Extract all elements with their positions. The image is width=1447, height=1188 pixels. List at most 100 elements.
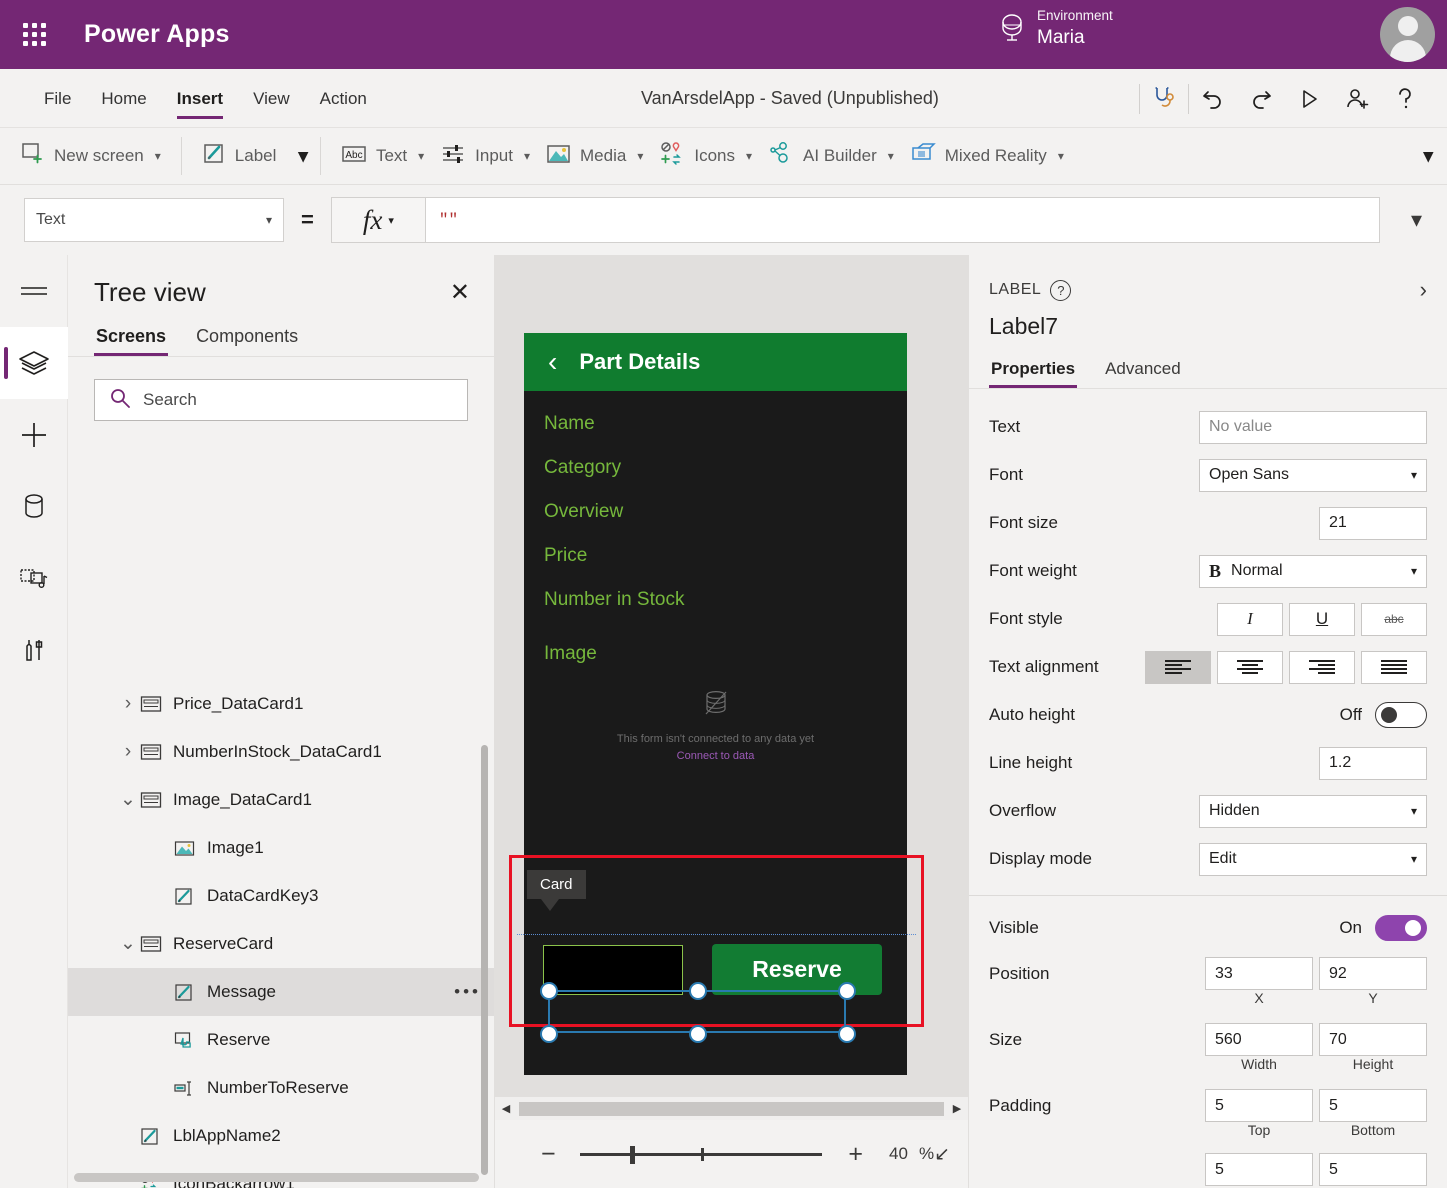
resize-handle-top-right[interactable] — [838, 982, 856, 1000]
tree-node-image1[interactable]: Image1 — [68, 824, 495, 872]
data-cylinder-icon[interactable] — [0, 471, 68, 543]
chevron-right-icon[interactable]: › — [118, 693, 138, 715]
formula-input[interactable]: "" — [425, 197, 1380, 243]
ai-builder-button[interactable]: AI Builder ▾ — [760, 134, 902, 178]
align-left-button[interactable] — [1145, 651, 1211, 684]
display-mode-property-dropdown[interactable]: Edit ▾ — [1199, 843, 1427, 876]
visible-toggle[interactable] — [1375, 915, 1427, 941]
chevron-right-icon[interactable]: › — [118, 741, 138, 763]
tab-properties[interactable]: Properties — [989, 359, 1077, 388]
position-y-input[interactable]: 92 — [1319, 957, 1427, 990]
ellipsis-icon[interactable]: ••• — [454, 982, 481, 1002]
align-center-button[interactable] — [1217, 651, 1283, 684]
tree-node-numbertoreserve[interactable]: NumberToReserve — [68, 1064, 495, 1112]
tree-node-datacardkey3[interactable]: DataCardKey3 — [68, 872, 495, 920]
tab-advanced[interactable]: Advanced — [1103, 359, 1183, 388]
label-button[interactable]: Label — [194, 134, 285, 178]
environment-selector[interactable]: Environment Maria — [995, 8, 1113, 50]
overflow-property-dropdown[interactable]: Hidden ▾ — [1199, 795, 1427, 828]
tree-node-lblappname2[interactable]: LblAppName2 — [68, 1112, 495, 1160]
strikethrough-button[interactable]: abc — [1361, 603, 1427, 636]
padding-right-input[interactable]: 5 — [1319, 1153, 1427, 1186]
line-height-property-input[interactable]: 1.2 — [1319, 747, 1427, 780]
help-question-icon[interactable]: ? — [1050, 280, 1071, 301]
undo-icon[interactable] — [1189, 69, 1237, 128]
new-screen-button[interactable]: New screen ▾ — [12, 134, 169, 178]
menu-item-file[interactable]: File — [29, 69, 86, 128]
media-library-icon[interactable] — [0, 543, 68, 615]
message-label-control[interactable] — [543, 945, 683, 995]
user-avatar-icon[interactable] — [1380, 7, 1435, 62]
zoom-slider-knob[interactable] — [630, 1146, 635, 1164]
media-button[interactable]: Media ▾ — [538, 134, 651, 178]
underline-button[interactable]: U — [1289, 603, 1355, 636]
chevron-right-icon[interactable]: ▶ — [946, 1102, 968, 1115]
app-canvas[interactable]: ‹ Part Details Name Category Overview Pr… — [495, 255, 968, 1188]
size-height-input[interactable]: 70 — [1319, 1023, 1427, 1056]
tree-vertical-scrollbar[interactable] — [481, 745, 488, 1175]
advanced-tools-icon[interactable] — [0, 615, 68, 687]
menu-item-insert[interactable]: Insert — [162, 69, 238, 128]
text-property-input[interactable]: No value — [1199, 411, 1427, 444]
connect-to-data-link[interactable]: Connect to data — [524, 750, 907, 762]
waffle-grid-icon[interactable] — [12, 23, 56, 46]
align-right-button[interactable] — [1289, 651, 1355, 684]
resize-handle-top-left[interactable] — [540, 982, 558, 1000]
zoom-slider[interactable] — [580, 1145, 823, 1163]
resize-handle-top-center[interactable] — [689, 982, 707, 1000]
share-user-icon[interactable] — [1333, 69, 1381, 128]
chevron-left-icon[interactable]: ◀ — [495, 1102, 517, 1115]
tree-node-reserve[interactable]: Reserve — [68, 1016, 495, 1064]
font-property-dropdown[interactable]: Open Sans ▾ — [1199, 459, 1427, 492]
resize-handle-bottom-center[interactable] — [689, 1025, 707, 1043]
font-weight-property-dropdown[interactable]: B Normal ▾ — [1199, 555, 1427, 588]
menu-item-view[interactable]: View — [238, 69, 305, 128]
padding-left-input[interactable]: 5 — [1205, 1153, 1313, 1186]
padding-top-input[interactable]: 5 — [1205, 1089, 1313, 1122]
auto-height-toggle[interactable] — [1375, 702, 1427, 728]
insert-plus-icon[interactable] — [0, 399, 68, 471]
help-icon[interactable] — [1381, 69, 1429, 128]
position-x-input[interactable]: 33 — [1205, 957, 1313, 990]
chevron-right-icon[interactable]: › — [1420, 277, 1427, 303]
size-width-input[interactable]: 560 — [1205, 1023, 1313, 1056]
text-button[interactable]: Abc Text ▾ — [333, 134, 432, 178]
redo-icon[interactable] — [1237, 69, 1285, 128]
tree-node-message[interactable]: Message••• — [68, 968, 495, 1016]
tab-screens[interactable]: Screens — [94, 326, 168, 356]
plus-icon[interactable]: + — [848, 1140, 863, 1169]
mixed-reality-button[interactable]: Mixed Reality ▾ — [902, 134, 1072, 178]
tree-node-numberinstock_datacard1[interactable]: ›NumberInStock_DataCard1 — [68, 728, 495, 776]
chevron-down-icon[interactable]: ⌄ — [118, 939, 138, 949]
resize-handle-bottom-right[interactable] — [838, 1025, 856, 1043]
chevron-down-icon[interactable]: ⌄ — [118, 795, 138, 805]
icons-button[interactable]: Icons ▾ — [651, 134, 760, 178]
tree-node-reservecard[interactable]: ⌄ReserveCard — [68, 920, 495, 968]
formula-expand-icon[interactable]: ▾ — [1411, 207, 1422, 233]
ribbon-overflow-button[interactable]: ▾ — [1409, 128, 1433, 185]
close-icon[interactable]: ✕ — [450, 281, 470, 305]
tree-search-box[interactable]: Search — [94, 379, 468, 421]
tree-node-image_datacard1[interactable]: ⌄Image_DataCard1 — [68, 776, 495, 824]
menu-item-action[interactable]: Action — [305, 69, 382, 128]
back-chevron-icon[interactable]: ‹ — [548, 348, 557, 376]
reserve-button-control[interactable]: Reserve — [712, 944, 882, 995]
tab-components[interactable]: Components — [194, 326, 300, 356]
tree-node-price_datacard1[interactable]: ›Price_DataCard1 — [68, 680, 495, 728]
resize-handle-bottom-left[interactable] — [540, 1025, 558, 1043]
padding-bottom-input[interactable]: 5 — [1319, 1089, 1427, 1122]
tree-view-layers-icon[interactable] — [0, 327, 68, 399]
app-checker-icon[interactable] — [1140, 69, 1188, 128]
input-button[interactable]: Input ▾ — [432, 134, 538, 178]
hamburger-menu-icon[interactable] — [0, 255, 68, 327]
canvas-horizontal-scrollbar[interactable]: ◀ ▶ — [495, 1096, 968, 1120]
minus-icon[interactable]: − — [541, 1140, 556, 1169]
scroll-thumb[interactable] — [519, 1102, 944, 1116]
font-size-property-input[interactable]: 21 — [1319, 507, 1427, 540]
align-justify-button[interactable] — [1361, 651, 1427, 684]
menu-item-home[interactable]: Home — [86, 69, 161, 128]
property-select[interactable]: Text ▾ — [24, 198, 284, 242]
fx-button[interactable]: fx ▾ — [331, 197, 425, 243]
chevron-down-icon[interactable]: ▾ — [298, 145, 308, 168]
fit-to-screen-icon[interactable]: ↙ — [934, 1143, 950, 1166]
